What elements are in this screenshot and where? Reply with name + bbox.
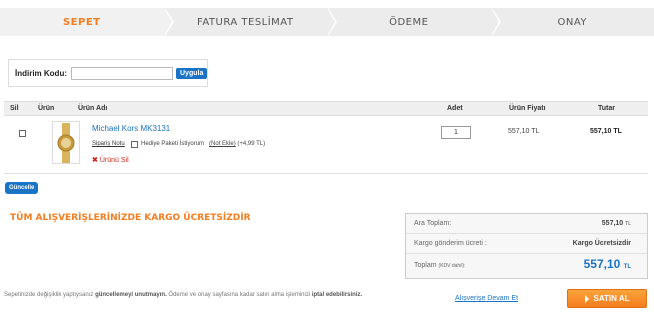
buy-button-label: SATIN AL [593, 294, 630, 303]
total-vat-note: (KDV dahil): [438, 263, 466, 269]
step-confirm: ONAY [490, 8, 654, 36]
checkout-steps: SEPET FATURA TESLİMAT ÖDEME ONAY [0, 8, 654, 36]
free-shipping-promo: TÜM ALIŞVERİŞLERİNİZDE KARGO ÜCRETSİZDİR [10, 213, 251, 223]
shipping-row: Kargo gönderim ücreti : Kargo Ücretsizdi… [406, 234, 647, 254]
gift-wrap-price: (+4,99 TL) [237, 141, 266, 147]
gift-wrap-text: Hediye Paketi İstiyorum [141, 141, 205, 147]
remove-icon: ✖ [92, 157, 98, 164]
arrow-right-icon [584, 294, 589, 303]
product-image[interactable] [52, 121, 80, 164]
shipping-value: Kargo Ücretsizdir [572, 240, 631, 247]
quantity-input[interactable]: 1 [441, 126, 471, 139]
continue-shopping-link[interactable]: Alışverişe Devam Et [455, 295, 518, 302]
footer-note-bold-1: güncellemeyi unutmayın. [95, 292, 167, 298]
grand-total: 557,10 TL [584, 257, 631, 271]
subtotal-label: Ara Toplam: [414, 220, 452, 227]
cart-item-row: Michael Kors MK3131 Sipariş Notu Hediye … [4, 117, 648, 174]
header-remove: Sil [10, 105, 19, 112]
discount-input[interactable] [71, 66, 173, 80]
subtotal-amount: 557,10 [601, 220, 624, 227]
step-label: SEPET [62, 16, 101, 28]
header-image: Ürün [38, 105, 55, 112]
step-payment: ÖDEME [327, 8, 501, 36]
total-row: Toplam (KDV dahil): 557,10 TL [406, 254, 647, 278]
discount-label: İndirim Kodu: [15, 68, 67, 78]
step-label: FATURA TESLİMAT [197, 16, 294, 28]
remove-item-label: Ürünü Sil [99, 157, 129, 164]
product-name-link[interactable]: Michael Kors MK3131 [92, 124, 170, 133]
remove-checkbox[interactable] [19, 130, 26, 137]
subtotal-row: Ara Toplam: 557,10 TL [406, 214, 647, 234]
buy-button[interactable]: SATIN AL [567, 289, 647, 308]
order-note-link[interactable]: Sipariş Notu [92, 141, 125, 147]
header-total: Tutar [598, 105, 615, 112]
shipping-label: Kargo gönderim ücreti : [414, 240, 487, 247]
subtotal-value: 557,10 TL [602, 220, 631, 227]
step-billing-shipping: FATURA TESLİMAT [163, 8, 337, 36]
footer-note: Sepetinizde değişiklik yaptıysanız günce… [4, 292, 362, 298]
grand-total-currency: TL [623, 264, 631, 270]
cart-table-header: Sil Ürün Ürün Adı Adet Ürün Fiyatı Tutar [4, 101, 648, 116]
step-label: ÖDEME [389, 16, 429, 28]
unit-price: 557,10 TL [508, 128, 540, 135]
gift-wrap-label: Hediye Paketi İstiyorum (Not Ekle) (+4,9… [141, 141, 265, 147]
line-total: 557,10 TL [590, 128, 622, 135]
footer-note-text-1: Sepetinizde değişiklik yaptıysanız [4, 292, 96, 298]
remove-item-link[interactable]: ✖ Ürünü Sil [92, 156, 129, 164]
order-summary: Ara Toplam: 557,10 TL Kargo gönderim ücr… [405, 213, 648, 279]
gift-wrap-checkbox[interactable] [131, 141, 138, 148]
step-cart: SEPET [0, 8, 174, 36]
total-label-text: Toplam [414, 262, 437, 269]
discount-box: İndirim Kodu: Uygula [8, 59, 208, 87]
apply-discount-button[interactable]: Uygula [176, 67, 208, 79]
header-price: Ürün Fiyatı [509, 105, 546, 112]
add-note-link[interactable]: (Not Ekle) [209, 141, 236, 147]
header-name: Ürün Adı [78, 105, 108, 112]
header-qty: Adet [447, 105, 463, 112]
footer-note-bold-2: iptal edebilirsiniz. [311, 292, 363, 298]
footer-note-text-2: Ödeme ve onay sayfasına kadar satın alma… [166, 292, 312, 298]
grand-total-amount: 557,10 [583, 257, 621, 271]
total-label: Toplam (KDV dahil): [414, 262, 465, 269]
step-label: ONAY [557, 16, 588, 28]
update-cart-button[interactable]: Güncelle [5, 182, 39, 194]
subtotal-currency: TL [625, 221, 631, 227]
